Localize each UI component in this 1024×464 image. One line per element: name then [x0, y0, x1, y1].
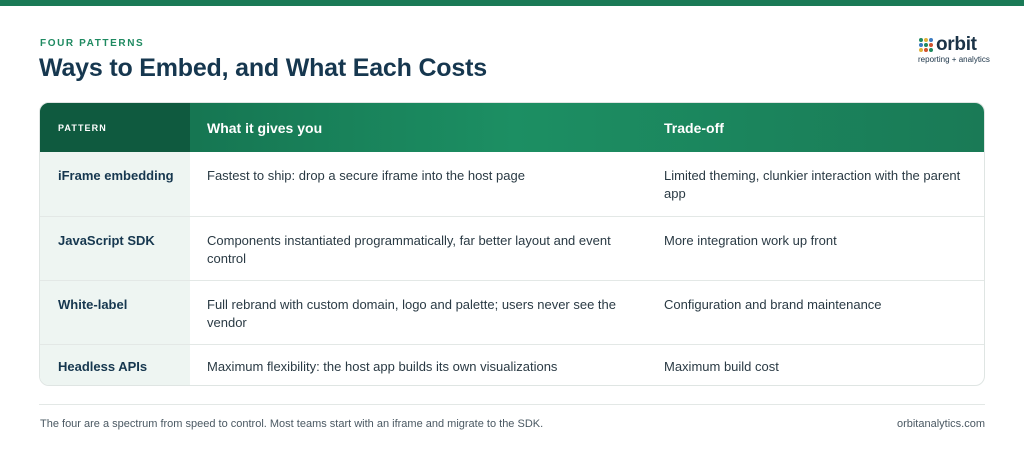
gives-cell: Fastest to ship: drop a secure iframe in…: [207, 168, 525, 183]
footer-divider: [39, 404, 985, 405]
column-header-pattern: PATTERN: [40, 103, 190, 152]
pattern-cell: White-label: [40, 281, 190, 344]
table-row: White-label Full rebrand with custom dom…: [40, 280, 984, 344]
column-header-tradeoff: Trade-off: [664, 119, 724, 136]
pattern-cell: iFrame embedding: [40, 152, 190, 216]
page-title: Ways to Embed, and What Each Costs: [39, 54, 487, 82]
tradeoff-cell: Limited theming, clunkier interaction wi…: [664, 168, 961, 201]
gives-cell: Full rebrand with custom domain, logo an…: [207, 297, 617, 330]
table-row: Headless APIs Maximum flexibility: the h…: [40, 344, 984, 385]
column-header-gives: What it gives you: [207, 119, 323, 136]
gives-cell: Components instantiated programmatically…: [207, 233, 611, 266]
tradeoff-cell: Maximum build cost: [664, 359, 779, 374]
pattern-cell: JavaScript SDK: [40, 217, 190, 280]
website-link[interactable]: orbitanalytics.com: [897, 418, 985, 430]
brand-logo: orbit reporting + analytics: [916, 34, 990, 67]
eyebrow-label: FOUR PATTERNS: [40, 38, 145, 49]
top-accent-bar: [0, 0, 1024, 6]
tradeoff-cell: More integration work up front: [664, 233, 837, 248]
table-row: iFrame embedding Fastest to ship: drop a…: [40, 152, 984, 216]
brand-tagline: reporting + analytics: [918, 55, 990, 64]
patterns-table: PATTERN What it gives you Trade-off iFra…: [39, 102, 985, 386]
pattern-cell: Headless APIs: [40, 345, 190, 385]
brand-name: orbit: [936, 34, 977, 55]
grid-dots-icon: [919, 38, 933, 52]
footer-note: The four are a spectrum from speed to co…: [40, 418, 544, 430]
table-header: PATTERN What it gives you Trade-off: [40, 103, 984, 152]
table-row: JavaScript SDK Components instantiated p…: [40, 216, 984, 280]
tradeoff-cell: Configuration and brand maintenance: [664, 297, 882, 312]
gives-cell: Maximum flexibility: the host app builds…: [207, 359, 558, 374]
